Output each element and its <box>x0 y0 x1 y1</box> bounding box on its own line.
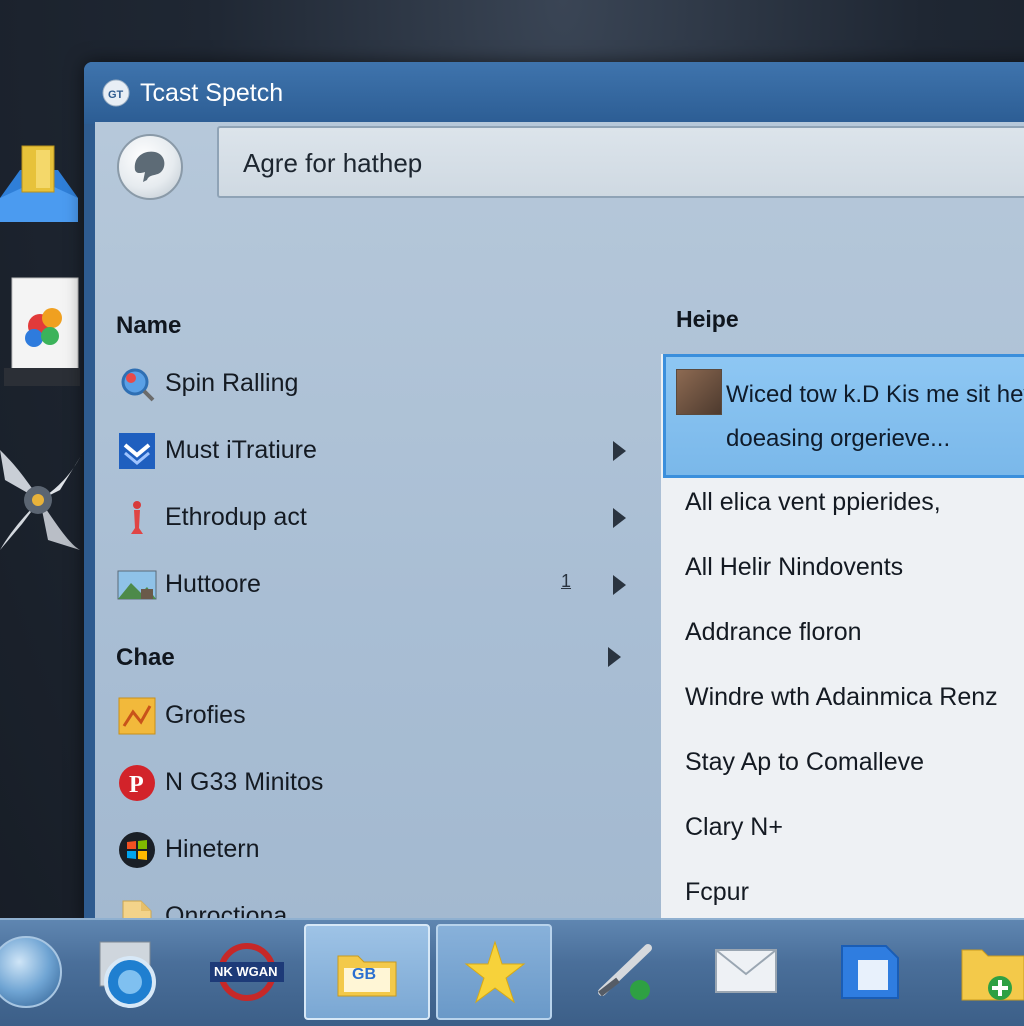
help-link[interactable]: Fcpur <box>685 878 749 907</box>
section-heading-chae: Chae <box>116 644 175 671</box>
help-link[interactable]: Clary N+ <box>685 813 783 842</box>
taskbar-star-button[interactable] <box>436 924 552 1020</box>
item-label: Must iTratiure <box>165 436 317 464</box>
mail-icon[interactable] <box>714 948 778 994</box>
list-item[interactable]: Hinetern <box>117 828 637 872</box>
folder-badge-label: GB <box>352 966 376 983</box>
right-pane: Wiced tow k.D Kis me sit hev doeasing or… <box>661 354 1024 922</box>
yellow-chart-icon <box>118 697 156 735</box>
submenu-arrow-icon[interactable] <box>613 508 626 528</box>
desktop-folder-icon[interactable] <box>0 140 78 225</box>
list-item[interactable]: P N G33 Minitos <box>117 761 637 805</box>
start-orb-icon[interactable] <box>0 936 62 1008</box>
list-item[interactable]: Huttoore 1 <box>117 563 637 607</box>
desktop-photos-icon[interactable] <box>4 272 80 390</box>
folder-add-icon[interactable] <box>960 942 1024 1004</box>
red-figure-icon <box>131 501 143 534</box>
shield-icon[interactable] <box>834 940 904 1004</box>
thumbnail-avatar <box>676 369 722 415</box>
svg-text:GT: GT <box>108 89 124 101</box>
list-item[interactable]: Spin Ralling <box>117 362 637 406</box>
taskbar-folder-button[interactable]: GB <box>304 924 430 1020</box>
search-button[interactable] <box>117 134 183 200</box>
svg-text:P: P <box>129 772 144 798</box>
tools-icon[interactable] <box>596 942 658 1004</box>
list-item[interactable]: Ethrodup act <box>117 496 637 540</box>
submenu-arrow-icon[interactable] <box>613 441 626 461</box>
taskbar: NK WGAN GB <box>0 918 1024 1026</box>
section-heading-name: Name <box>116 312 182 339</box>
help-link[interactable]: Stay Ap to Comalleve <box>685 748 924 777</box>
network-badge-icon[interactable]: NK WGAN <box>210 942 284 1002</box>
title-bar[interactable]: GT Tcast Spetch <box>84 62 1024 124</box>
blue-chevron-icon <box>119 433 155 469</box>
list-item[interactable]: Grofies <box>117 694 637 738</box>
item-label: N G33 Minitos <box>165 768 324 796</box>
star-icon <box>464 940 526 1004</box>
network-globe-icon[interactable] <box>96 938 160 1010</box>
help-link[interactable]: All Helir Nindovents <box>685 553 903 582</box>
item-label: Ethrodup act <box>165 503 307 531</box>
pinterest-icon: P <box>119 765 155 801</box>
section-heading-help: Heipe <box>676 306 739 332</box>
window-content: Agre for hathep Name Spin Ralling Must i… <box>95 122 1024 922</box>
item-count-badge: 1 <box>561 571 572 591</box>
left-pane: Name Spin Ralling Must iTratiure Ethrodu… <box>95 242 650 922</box>
item-label: Hinetern <box>165 835 260 863</box>
submenu-arrow-icon[interactable] <box>613 575 626 595</box>
help-link[interactable]: All elica vent ppierides, <box>685 488 941 517</box>
help-link[interactable]: Windre wth Adainmica Renz <box>685 683 998 712</box>
item-label: Huttoore <box>165 570 261 598</box>
submenu-arrow-icon[interactable] <box>608 647 621 667</box>
help-link[interactable]: Addrance floron <box>685 618 862 647</box>
app-logo-icon: GT <box>102 79 130 107</box>
highlighted-result[interactable]: Wiced tow k.D Kis me sit hev doeasing or… <box>663 354 1024 478</box>
windows-logo-icon <box>119 832 155 868</box>
highlight-line-1: Wiced tow k.D Kis me sit hev <box>726 381 1024 408</box>
search-input[interactable]: Agre for hathep <box>217 126 1024 198</box>
network-badge-label: NK WGAN <box>214 964 278 979</box>
window-title: Tcast Spetch <box>140 79 284 107</box>
desktop-fan-icon[interactable] <box>0 440 86 556</box>
globe-search-icon <box>134 151 165 182</box>
search-input-value: Agre for hathep <box>243 148 423 178</box>
item-label: Spin Ralling <box>165 369 299 397</box>
photo-landscape-icon <box>117 570 157 600</box>
list-item[interactable]: Must iTratiure <box>117 429 637 473</box>
start-search-window: GT Tcast Spetch Agre for hathep Name Spi… <box>84 62 1024 922</box>
magnifier-globe-icon <box>121 368 155 402</box>
highlight-line-2: doeasing orgerieve... <box>726 425 951 452</box>
item-label: Grofies <box>165 701 246 729</box>
